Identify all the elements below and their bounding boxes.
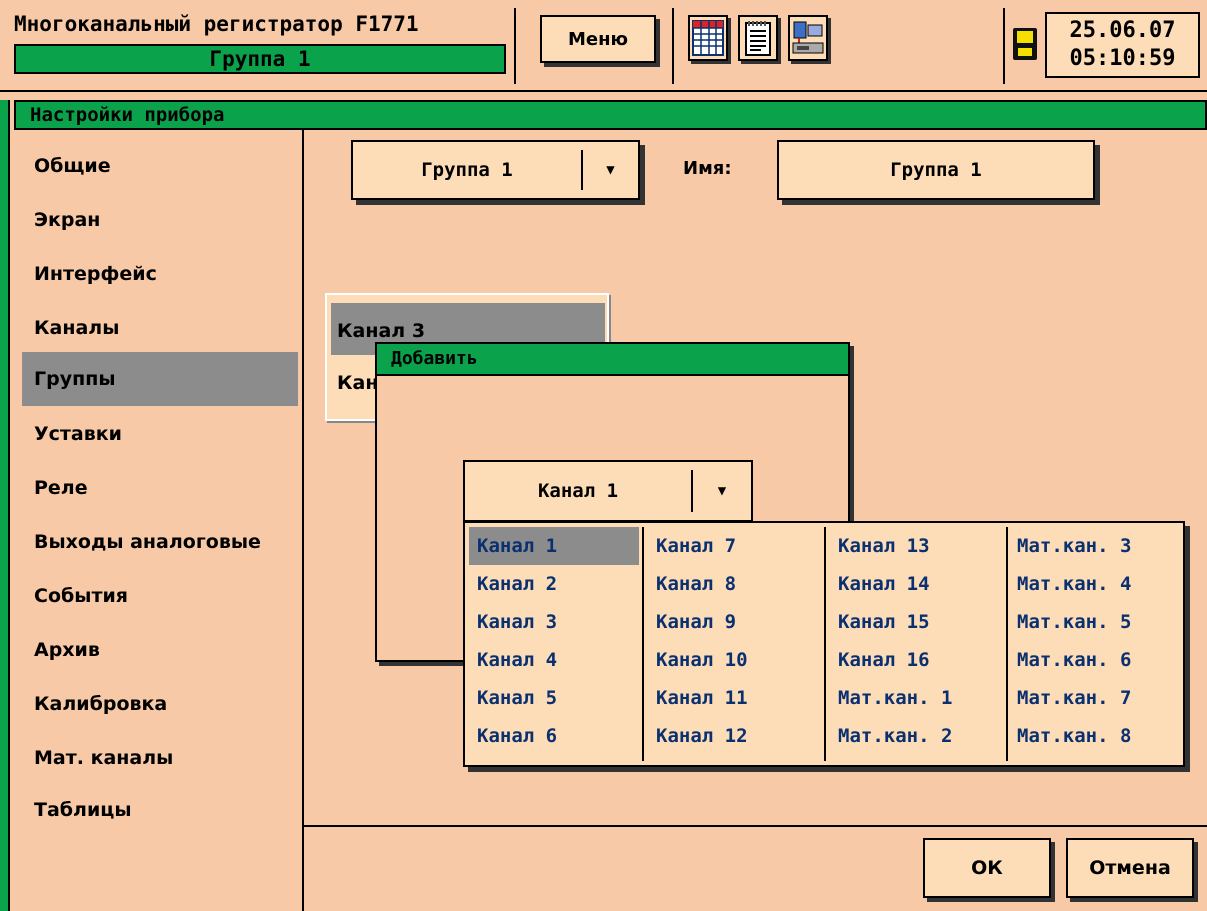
channel-select-value: Канал 1: [537, 480, 619, 502]
dropdown-option[interactable]: Канал 16: [830, 641, 1002, 679]
dropdown-option[interactable]: Канал 7: [648, 527, 820, 565]
channel-select[interactable]: Канал 1 ▼: [463, 460, 753, 522]
dropdown-option[interactable]: Канал 10: [648, 641, 820, 679]
dropdown-option[interactable]: Мат.кан. 8: [1009, 717, 1181, 755]
floppy-disk-icon: [1012, 27, 1038, 61]
dropdown-option[interactable]: Мат.кан. 3: [1009, 527, 1181, 565]
group-select[interactable]: Группа 1 ▼: [351, 140, 640, 200]
dropdown-option[interactable]: Канал 2: [469, 565, 639, 603]
sidebar-item-tables[interactable]: Таблицы: [22, 790, 298, 830]
settings-sidebar: Общие Экран Интерфейс Каналы Группы Уста…: [12, 130, 304, 911]
name-field-value: Группа 1: [890, 159, 982, 181]
cancel-button[interactable]: Отмена: [1066, 838, 1194, 898]
sidebar-item-analog-outputs[interactable]: Выходы аналоговые: [22, 522, 298, 562]
sidebar-item-calibration[interactable]: Калибровка: [22, 684, 298, 724]
name-label: Имя:: [683, 158, 732, 179]
sidebar-item-general[interactable]: Общие: [22, 146, 298, 186]
sidebar-item-relays[interactable]: Реле: [22, 468, 298, 508]
header-divider: [514, 8, 516, 84]
dropdown-option[interactable]: Канал 14: [830, 565, 1002, 603]
dropdown-option[interactable]: Канал 11: [648, 679, 820, 717]
table-icon[interactable]: [688, 15, 728, 61]
sidebar-item-groups[interactable]: Группы: [22, 352, 298, 406]
sidebar-item-setpoints[interactable]: Уставки: [22, 414, 298, 454]
menu-button[interactable]: Меню: [540, 15, 656, 63]
dropdown-option[interactable]: Мат.кан. 5: [1009, 603, 1181, 641]
header-divider: [1003, 8, 1005, 84]
dropdown-option[interactable]: Мат.кан. 6: [1009, 641, 1181, 679]
sidebar-item-channels[interactable]: Каналы: [22, 308, 298, 348]
chevron-down-icon[interactable]: ▼: [583, 142, 638, 198]
dropdown-option[interactable]: Канал 9: [648, 603, 820, 641]
left-edge-bar: [0, 100, 10, 911]
add-dialog-title: Добавить: [377, 344, 848, 376]
dropdown-option[interactable]: Канал 6: [469, 717, 639, 755]
sidebar-item-math-channels[interactable]: Мат. каналы: [22, 738, 298, 778]
dropdown-option[interactable]: Канал 8: [648, 565, 820, 603]
dropdown-option[interactable]: Мат.кан. 4: [1009, 565, 1181, 603]
dropdown-option[interactable]: Канал 4: [469, 641, 639, 679]
dropdown-option[interactable]: Мат.кан. 1: [830, 679, 1002, 717]
dropdown-option[interactable]: Канал 15: [830, 603, 1002, 641]
panel-title: Настройки прибора: [14, 100, 1207, 130]
app-title: Многоканальный регистратор F1771: [14, 12, 419, 36]
dropdown-option[interactable]: Канал 1: [469, 527, 639, 565]
name-field[interactable]: Группа 1: [777, 140, 1095, 200]
dropdown-option[interactable]: Канал 3: [469, 603, 639, 641]
dropdown-option[interactable]: Канал 12: [648, 717, 820, 755]
column-divider: [642, 527, 644, 761]
document-icon[interactable]: [738, 15, 778, 61]
group-select-value: Группа 1: [421, 159, 513, 181]
header-bar: Многоканальный регистратор F1771 Группа …: [0, 0, 1207, 92]
table-icon-graphic: [692, 20, 724, 56]
sidebar-item-interface[interactable]: Интерфейс: [22, 254, 298, 294]
dropdown-option[interactable]: Мат.кан. 2: [830, 717, 1002, 755]
column-divider: [824, 527, 826, 761]
column-divider: [1006, 527, 1008, 761]
header-divider: [672, 8, 674, 84]
datetime-display: 25.06.07 05:10:59: [1045, 12, 1200, 78]
chevron-down-icon[interactable]: ▼: [693, 462, 751, 520]
footer-divider: [304, 825, 1207, 827]
document-icon-graphic: [745, 21, 771, 56]
computer-network-icon[interactable]: [788, 15, 828, 61]
computer-network-icon-graphic: [792, 21, 824, 54]
sidebar-item-archive[interactable]: Архив: [22, 630, 298, 670]
channel-dropdown-list: Канал 1 Канал 2 Канал 3 Канал 4 Канал 5 …: [463, 521, 1185, 767]
dropdown-option[interactable]: Мат.кан. 7: [1009, 679, 1181, 717]
dropdown-option[interactable]: Канал 5: [469, 679, 639, 717]
dropdown-option[interactable]: Канал 13: [830, 527, 1002, 565]
sidebar-item-events[interactable]: События: [22, 576, 298, 616]
ok-button[interactable]: ОК: [923, 838, 1051, 898]
date-text: 25.06.07: [1069, 18, 1176, 43]
time-text: 05:10:59: [1069, 46, 1176, 71]
sidebar-item-screen[interactable]: Экран: [22, 200, 298, 240]
floppy-disk-icon-graphic: [1013, 28, 1037, 60]
current-group-label: Группа 1: [14, 44, 506, 74]
